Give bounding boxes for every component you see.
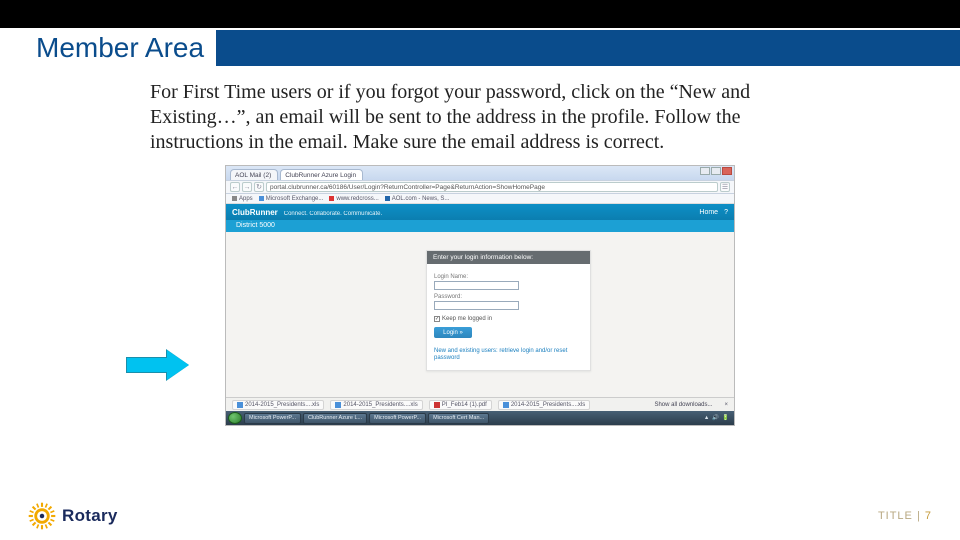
embedded-screenshot: AOL Mail (2) ClubRunner Azure Login ← → … bbox=[225, 165, 735, 426]
bookmark-item[interactable]: www.redcross... bbox=[329, 196, 378, 202]
tray-icon: ▲ bbox=[704, 415, 709, 421]
title-row: Member Area bbox=[0, 28, 960, 68]
top-black-bar bbox=[0, 0, 960, 28]
bookmark-label: Microsoft Exchange... bbox=[266, 196, 324, 202]
bookmark-item[interactable]: AOL.com - News, S... bbox=[385, 196, 450, 202]
login-name-label: Login Name: bbox=[434, 274, 583, 280]
chrome-toolbar: ← → ↻ portal.clubrunner.ca/60186/User/Lo… bbox=[226, 180, 734, 194]
new-existing-link[interactable]: New and existing users: retrieve login a… bbox=[434, 348, 574, 362]
chrome-tabstrip: AOL Mail (2) ClubRunner Azure Login bbox=[226, 166, 734, 180]
clubrunner-header: ClubRunner Connect. Collaborate. Communi… bbox=[226, 204, 734, 220]
taskbar-label: Microsoft PowerP... bbox=[374, 415, 421, 421]
start-button[interactable] bbox=[228, 412, 242, 424]
reload-button[interactable]: ↻ bbox=[254, 182, 264, 192]
apps-label: Apps bbox=[239, 196, 253, 202]
pager-label: TITLE bbox=[878, 510, 913, 522]
login-button[interactable]: Login » bbox=[434, 327, 472, 338]
taskbar-label: Microsoft Cert Man... bbox=[433, 415, 484, 421]
taskbar-label: Microsoft PowerP... bbox=[249, 415, 296, 421]
file-icon bbox=[237, 402, 243, 408]
clubrunner-brand: ClubRunner bbox=[232, 208, 278, 217]
back-button[interactable]: ← bbox=[230, 182, 240, 192]
bookmark-bar: Apps Microsoft Exchange... www.redcross.… bbox=[226, 194, 734, 204]
windows-taskbar: Microsoft PowerP... ClubRunner Azure L..… bbox=[226, 411, 734, 425]
password-input[interactable] bbox=[434, 301, 519, 310]
login-panel-header: Enter your login information below: bbox=[427, 251, 590, 264]
rotary-brand-text: Rotary bbox=[62, 506, 118, 526]
file-icon bbox=[503, 402, 509, 408]
taskbar-item[interactable]: Microsoft PowerP... bbox=[369, 413, 426, 424]
page-number: TITLE | 7 bbox=[878, 510, 932, 522]
tab-label: AOL Mail (2) bbox=[235, 172, 271, 179]
download-label: 2014-2015_Presidents....xls bbox=[245, 402, 319, 408]
download-bar: 2014-2015_Presidents....xls 2014-2015_Pr… bbox=[226, 397, 734, 411]
login-button-label: Login » bbox=[443, 330, 463, 336]
tray-icon: 🔋 bbox=[722, 415, 729, 421]
district-band: District 5000 bbox=[226, 220, 734, 232]
close-downloads-button[interactable]: × bbox=[724, 402, 728, 408]
clubrunner-body: Enter your login information below: Logi… bbox=[226, 232, 734, 397]
pager-num: 7 bbox=[925, 510, 932, 522]
slide-footer: Rotary TITLE | 7 bbox=[28, 502, 932, 530]
rotary-logo: Rotary bbox=[28, 502, 118, 530]
browser-tab-aol[interactable]: AOL Mail (2) bbox=[230, 169, 278, 180]
minimize-button[interactable] bbox=[700, 167, 710, 175]
close-button[interactable] bbox=[722, 167, 732, 175]
help-icon[interactable]: ? bbox=[724, 209, 728, 216]
rotary-wheel-icon bbox=[28, 502, 56, 530]
file-icon bbox=[434, 402, 440, 408]
keep-logged-in-row[interactable]: Keep me logged in bbox=[434, 316, 583, 322]
show-all-downloads-link[interactable]: Show all downloads... bbox=[654, 402, 712, 408]
browser-tab-clubrunner[interactable]: ClubRunner Azure Login bbox=[280, 169, 363, 180]
clubrunner-tagline: Connect. Collaborate. Communicate. bbox=[284, 211, 382, 217]
system-tray[interactable]: ▲ 🔊 🔋 bbox=[704, 415, 732, 421]
tab-label: ClubRunner Azure Login bbox=[285, 172, 356, 179]
checkbox-icon[interactable] bbox=[434, 316, 440, 322]
login-panel: Enter your login information below: Logi… bbox=[426, 250, 591, 371]
callout-arrow-icon bbox=[126, 350, 188, 380]
bookmark-item[interactable]: Microsoft Exchange... bbox=[259, 196, 324, 202]
download-item[interactable]: 2014-2015_Presidents....xls bbox=[232, 400, 324, 410]
address-bar[interactable]: portal.clubrunner.ca/60186/User/Login?Re… bbox=[266, 182, 718, 192]
menu-button[interactable]: ☰ bbox=[720, 182, 730, 192]
download-label: 2014-2015_Presidents....xls bbox=[511, 402, 585, 408]
password-label: Password: bbox=[434, 294, 583, 300]
download-item[interactable]: 2014-2015_Presidents....xls bbox=[498, 400, 590, 410]
browser-window: AOL Mail (2) ClubRunner Azure Login ← → … bbox=[225, 165, 735, 426]
taskbar-item[interactable]: ClubRunner Azure L... bbox=[303, 413, 367, 424]
file-icon bbox=[335, 402, 341, 408]
taskbar-item[interactable]: Microsoft Cert Man... bbox=[428, 413, 489, 424]
download-item[interactable]: 2014-2015_Presidents....xls bbox=[330, 400, 422, 410]
forward-button[interactable]: → bbox=[242, 182, 252, 192]
pager-sep: | bbox=[917, 510, 921, 522]
login-panel-content: Login Name: Password: Keep me logged in … bbox=[427, 264, 590, 370]
download-label: PI_Feb14 (1).pdf bbox=[442, 402, 487, 408]
download-item[interactable]: PI_Feb14 (1).pdf bbox=[429, 400, 492, 410]
title-blue-bar bbox=[216, 30, 960, 66]
login-name-input[interactable] bbox=[434, 281, 519, 290]
slide-body-text: For First Time users or if you forgot yo… bbox=[0, 68, 960, 165]
download-label: 2014-2015_Presidents....xls bbox=[343, 402, 417, 408]
bookmark-label: AOL.com - News, S... bbox=[392, 196, 450, 202]
slide-title: Member Area bbox=[0, 32, 204, 64]
tray-icon: 🔊 bbox=[712, 415, 719, 421]
window-controls bbox=[700, 167, 732, 175]
taskbar-item[interactable]: Microsoft PowerP... bbox=[244, 413, 301, 424]
maximize-button[interactable] bbox=[711, 167, 721, 175]
bookmark-label: www.redcross... bbox=[336, 196, 378, 202]
home-link[interactable]: Home bbox=[699, 209, 718, 216]
keep-logged-in-label: Keep me logged in bbox=[442, 316, 492, 322]
taskbar-label: ClubRunner Azure L... bbox=[308, 415, 362, 421]
apps-button[interactable]: Apps bbox=[232, 196, 253, 202]
